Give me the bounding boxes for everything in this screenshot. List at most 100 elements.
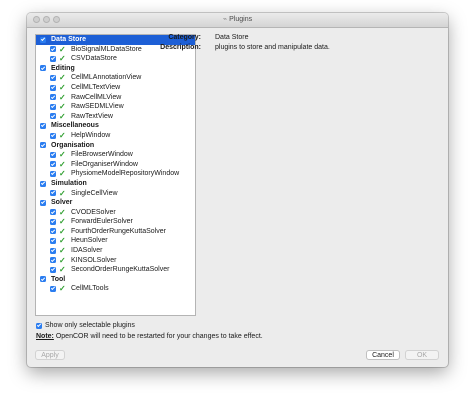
plugin-label: RawSEDMLView [71,103,124,111]
plugin-label: CSVDataStore [71,55,117,63]
tree-plugin-row[interactable]: ✓ RawTextView [36,112,195,122]
plugin-label: SecondOrderRungeKuttaSolver [71,266,170,274]
plugin-checkbox[interactable] [50,55,56,62]
plugin-checkbox[interactable] [50,151,56,158]
plugin-label: CellMLTools [71,285,109,293]
plugin-label: ForwardEulerSolver [71,218,133,226]
plugin-label: CellMLTextView [71,83,121,91]
tree-plugin-row[interactable]: ✓ ForwardEulerSolver [36,217,195,227]
plugin-checkbox[interactable] [50,209,56,216]
tree-plugin-row[interactable]: ✓ PhysiomeModelRepositoryWindow [36,169,195,179]
restart-note: Note: OpenCOR will need to be restarted … [36,333,263,340]
tree-plugin-row[interactable]: ✓ SingleCellView [36,189,195,199]
plugin-checkbox[interactable] [50,266,56,273]
tree-plugin-row[interactable]: ✓ FourthOrderRungeKuttaSolver [36,227,195,237]
tree-category-row[interactable]: Tool [36,275,195,285]
plugin-checkbox[interactable] [50,103,56,110]
tree-category-row[interactable]: Editing [36,64,195,74]
tree-category-row[interactable]: Solver [36,198,195,208]
category-label: Miscellaneous [51,122,99,130]
tree-plugin-row[interactable]: ✓ CVODESolver [36,208,195,218]
show-selectable-label: Show only selectable plugins [45,322,135,329]
description-value: plugins to store and manipulate data. [215,44,330,51]
plugin-label: RawTextView [71,112,113,120]
tree-plugin-row[interactable]: ✓ IDASolver [36,246,195,256]
check-mark-icon: ✓ [59,207,66,217]
show-selectable-checkbox[interactable] [36,322,42,329]
plugin-label: FileBrowserWindow [71,151,133,159]
tree-plugin-row[interactable]: ✓ RawSEDMLView [36,102,195,112]
category-checkbox[interactable] [40,199,46,206]
plugin-checkbox[interactable] [50,228,56,235]
apply-button[interactable]: Apply [35,350,65,360]
check-mark-icon: ✓ [59,284,66,294]
plugin-label: FileOrganiserWindow [71,160,138,168]
tree-plugin-row[interactable]: ✓ CellMLTools [36,284,195,294]
title-bar[interactable]: ⌁ Plugins [27,13,448,28]
category-value: Data Store [215,34,249,41]
check-mark-icon: ✓ [59,188,66,198]
plugin-label: CVODESolver [71,208,116,216]
plugin-label: CellMLAnnotationView [71,74,142,82]
category-label: Solver [51,199,73,207]
note-text: OpenCOR will need to be restarted for yo… [53,333,263,340]
check-mark-icon: ✓ [59,54,66,64]
plugin-label: HelpWindow [71,131,111,139]
plugin-checkbox[interactable] [50,74,56,81]
plugin-label: KINSOLSolver [71,256,117,264]
cancel-button[interactable]: Cancel [366,350,400,360]
plugin-label: IDASolver [71,247,103,255]
plugin-checkbox[interactable] [50,257,56,264]
tree-plugin-row[interactable]: ✓ SecondOrderRungeKuttaSolver [36,265,195,275]
ok-button[interactable]: OK [405,350,439,360]
check-mark-icon: ✓ [59,236,66,246]
plugin-checkbox[interactable] [50,161,56,168]
plugin-checkbox[interactable] [50,132,56,139]
tree-plugin-row[interactable]: ✓ CSVDataStore [36,54,195,64]
plugin-label: RawCellMLView [71,93,122,101]
plugin-checkbox[interactable] [50,190,56,197]
category-label: Tool [51,275,66,283]
tree-plugin-row[interactable]: ✓ CellMLTextView [36,83,195,93]
tree-plugin-row[interactable]: ✓ CellMLAnnotationView [36,73,195,83]
check-mark-icon: ✓ [59,217,66,227]
check-mark-icon: ✓ [59,82,66,92]
tree-plugin-row[interactable]: ✓ KINSOLSolver [36,256,195,266]
plugin-checkbox[interactable] [50,170,56,177]
plugin-checkbox[interactable] [50,94,56,101]
plugin-checkbox[interactable] [50,286,56,293]
category-checkbox[interactable] [40,122,46,129]
tree-plugin-row[interactable]: ✓ RawCellMLView [36,93,195,103]
plugin-checkbox[interactable] [50,113,56,120]
check-mark-icon: ✓ [59,73,66,83]
tree-plugin-row[interactable]: ✓ HelpWindow [36,131,195,141]
tree-plugin-row[interactable]: ✓ FileBrowserWindow [36,150,195,160]
plugin-label: HeunSolver [71,237,108,245]
tree-category-row[interactable]: Miscellaneous [36,121,195,131]
tree-plugin-row[interactable]: ✓ FileOrganiserWindow [36,160,195,170]
check-mark-icon: ✓ [59,150,66,160]
category-label: Simulation [51,179,87,187]
category-checkbox[interactable] [40,180,46,187]
category-checkbox[interactable] [40,142,46,149]
check-mark-icon: ✓ [59,130,66,140]
plugin-label: SingleCellView [71,189,118,197]
plugin-checkbox[interactable] [50,247,56,254]
check-mark-icon: ✓ [59,92,66,102]
plugin-checkbox[interactable] [50,238,56,245]
check-mark-icon: ✓ [59,265,66,275]
plugin-icon: ⌁ [222,16,228,23]
check-mark-icon: ✓ [59,169,66,179]
category-checkbox[interactable] [40,65,46,72]
tree-category-row[interactable]: Simulation [36,179,195,189]
check-mark-icon: ✓ [59,102,66,112]
window-title: ⌁ Plugins [27,15,448,23]
tree-plugin-row[interactable]: ✓ HeunSolver [36,236,195,246]
tree-category-row[interactable]: Organisation [36,141,195,151]
plugin-checkbox[interactable] [50,218,56,225]
plugin-checkbox[interactable] [50,84,56,91]
category-checkbox[interactable] [40,276,46,283]
check-mark-icon: ✓ [59,111,66,121]
check-mark-icon: ✓ [59,226,66,236]
plugins-tree[interactable]: Data Store ✓ BioSignalMLDataStore ✓ CSVDataS… [35,34,196,316]
